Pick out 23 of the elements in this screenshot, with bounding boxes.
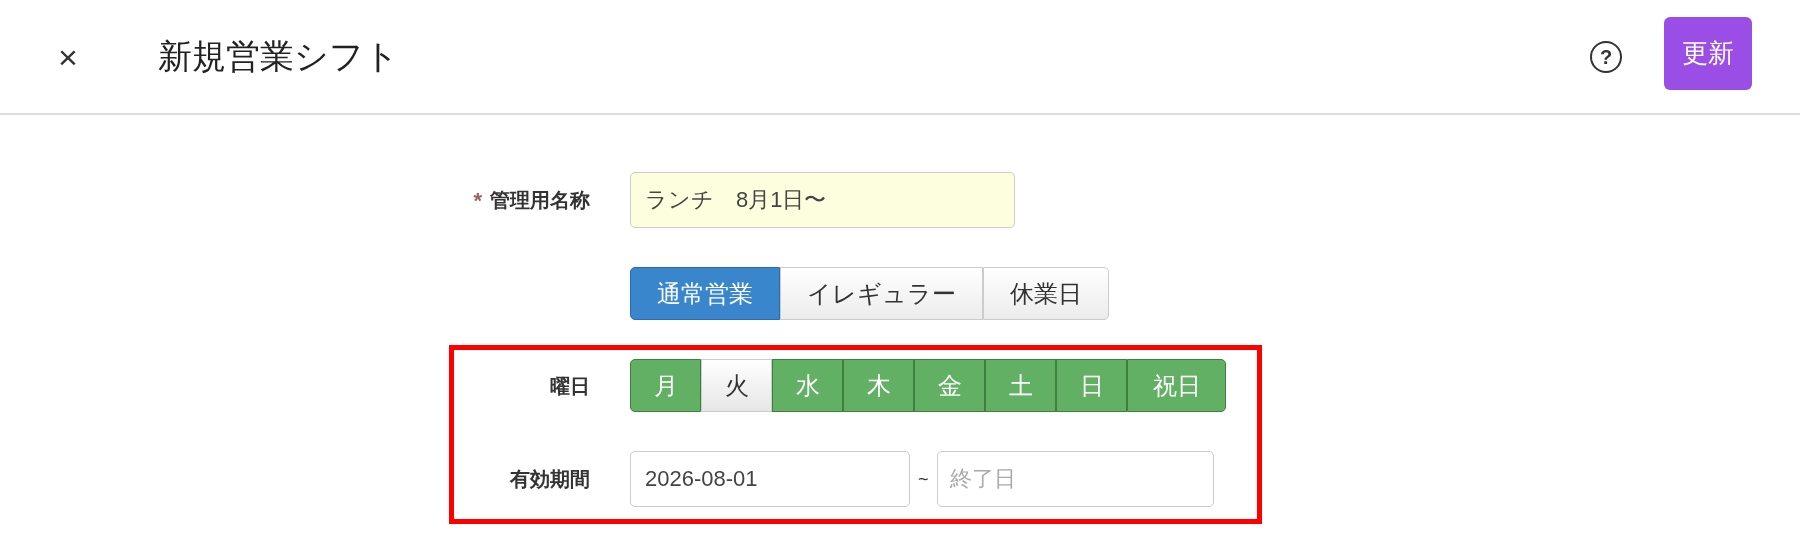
close-button[interactable]: × (48, 36, 88, 77)
end-date-input[interactable]: 終了日 (936, 451, 1214, 507)
weekday-toggle[interactable]: 水 (772, 359, 843, 412)
weekday-toggle[interactable]: 土 (985, 359, 1056, 412)
range-separator: ~ (918, 467, 929, 491)
shift-type-tab[interactable]: イレギュラー (780, 267, 983, 320)
shift-type-tab[interactable]: 通常営業 (630, 267, 780, 320)
weekday-toggle[interactable]: 木 (843, 359, 914, 412)
page-title: 新規営業シフト (158, 36, 399, 77)
help-button[interactable]: ? (1590, 40, 1622, 73)
weekday-toggle[interactable]: 金 (914, 359, 985, 412)
field-label: 有効期間 (509, 467, 590, 492)
weekday-toggle[interactable]: 日 (1056, 359, 1127, 412)
start-date-input[interactable]: 2026-08-01 (630, 451, 910, 507)
shift-type-tab[interactable]: 休業日 (983, 267, 1109, 320)
weekday-toggle[interactable]: 火 (701, 359, 772, 412)
field-label: 管理用名称 (490, 188, 590, 213)
weekday-toggle[interactable]: 月 (630, 359, 701, 412)
name-input[interactable]: ランチ 8月1日〜 (630, 172, 1015, 228)
required-mark: * (473, 186, 482, 215)
field-label: 曜日 (549, 373, 590, 399)
update-button[interactable]: 更新 (1664, 17, 1752, 90)
weekday-toggle[interactable]: 祝日 (1127, 359, 1226, 412)
